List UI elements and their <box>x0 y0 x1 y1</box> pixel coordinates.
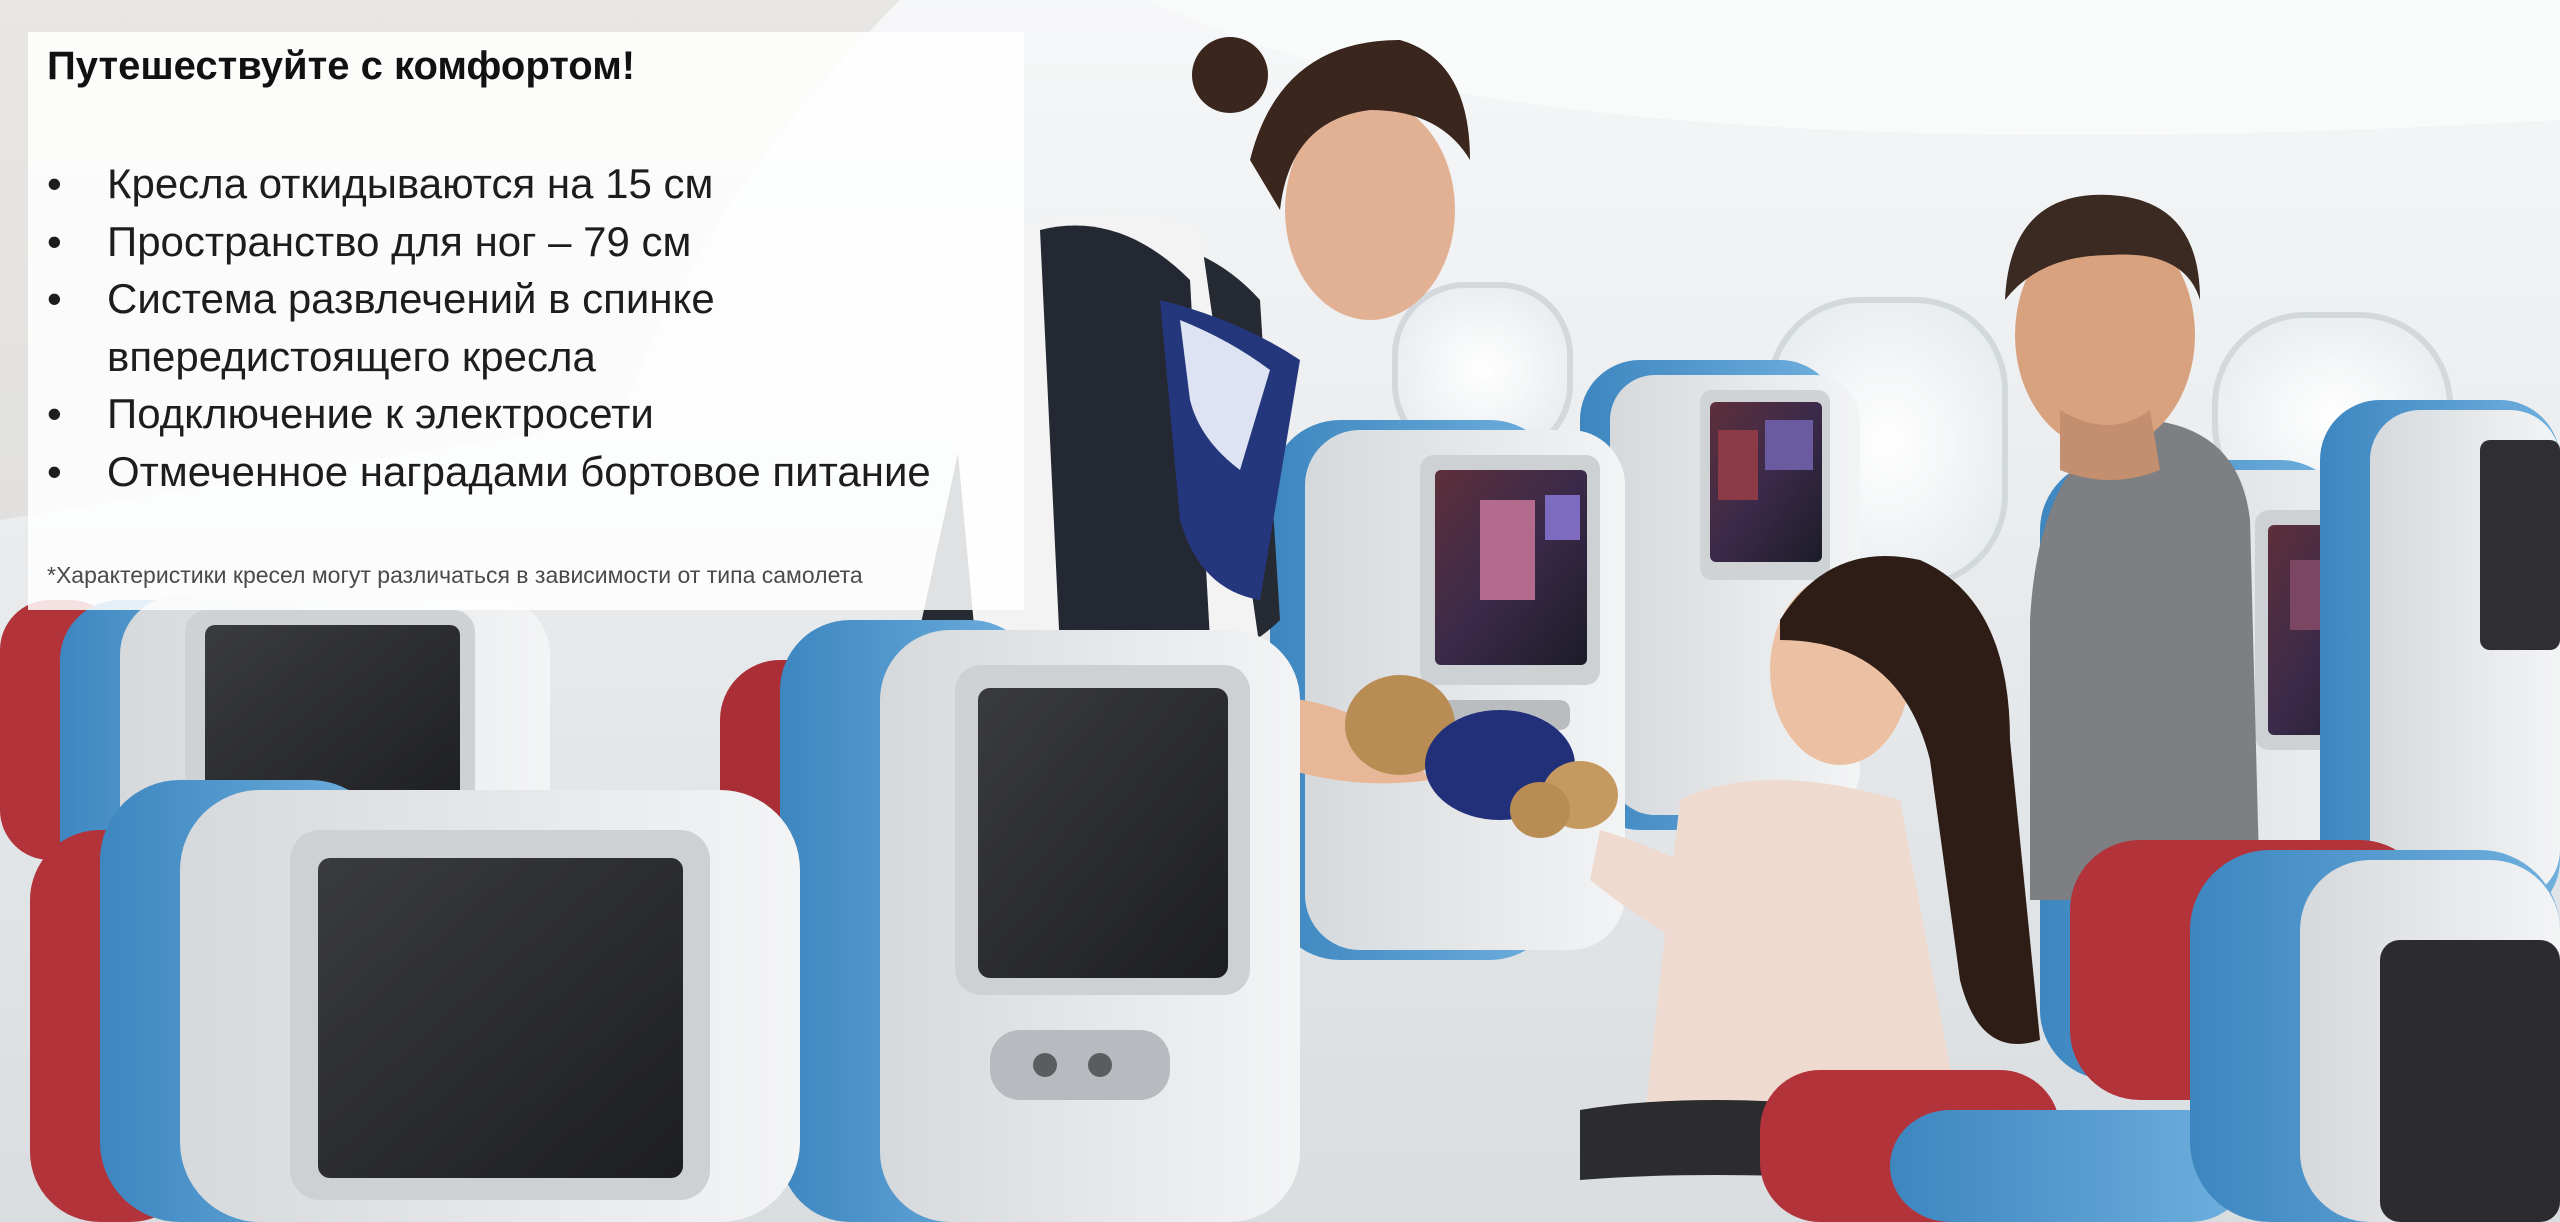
feature-item-power: • Подключение к электросети <box>47 385 1007 443</box>
seat-front-near-left <box>30 780 800 1222</box>
slide: Путешествуйте с комфортом! • Кресла откид… <box>0 0 2560 1222</box>
seat-back-center <box>1270 420 1625 960</box>
feature-list: • Кресла откидываются на 15 см • Пространс… <box>47 155 1007 500</box>
seat-front-center <box>720 620 1300 1222</box>
slide-title: Путешествуйте с комфортом! <box>47 44 636 88</box>
bullet-icon: • <box>47 217 62 265</box>
feature-item-catering: • Отмеченное наградами бортовое питание <box>47 443 1007 501</box>
feature-item-entertainment: • Система развлечений в спинке впередисто… <box>47 270 1007 385</box>
feature-item-recline: • Кресла откидываются на 15 см <box>47 155 1007 213</box>
feature-item-legroom: • Пространство для ног – 79 см <box>47 213 1007 271</box>
footnote: *Характеристики кресел могут различаться… <box>47 562 863 588</box>
bullet-icon: • <box>47 275 62 322</box>
bullet-icon: • <box>47 447 62 495</box>
bullet-icon: • <box>47 160 62 207</box>
bullet-icon: • <box>47 390 62 437</box>
